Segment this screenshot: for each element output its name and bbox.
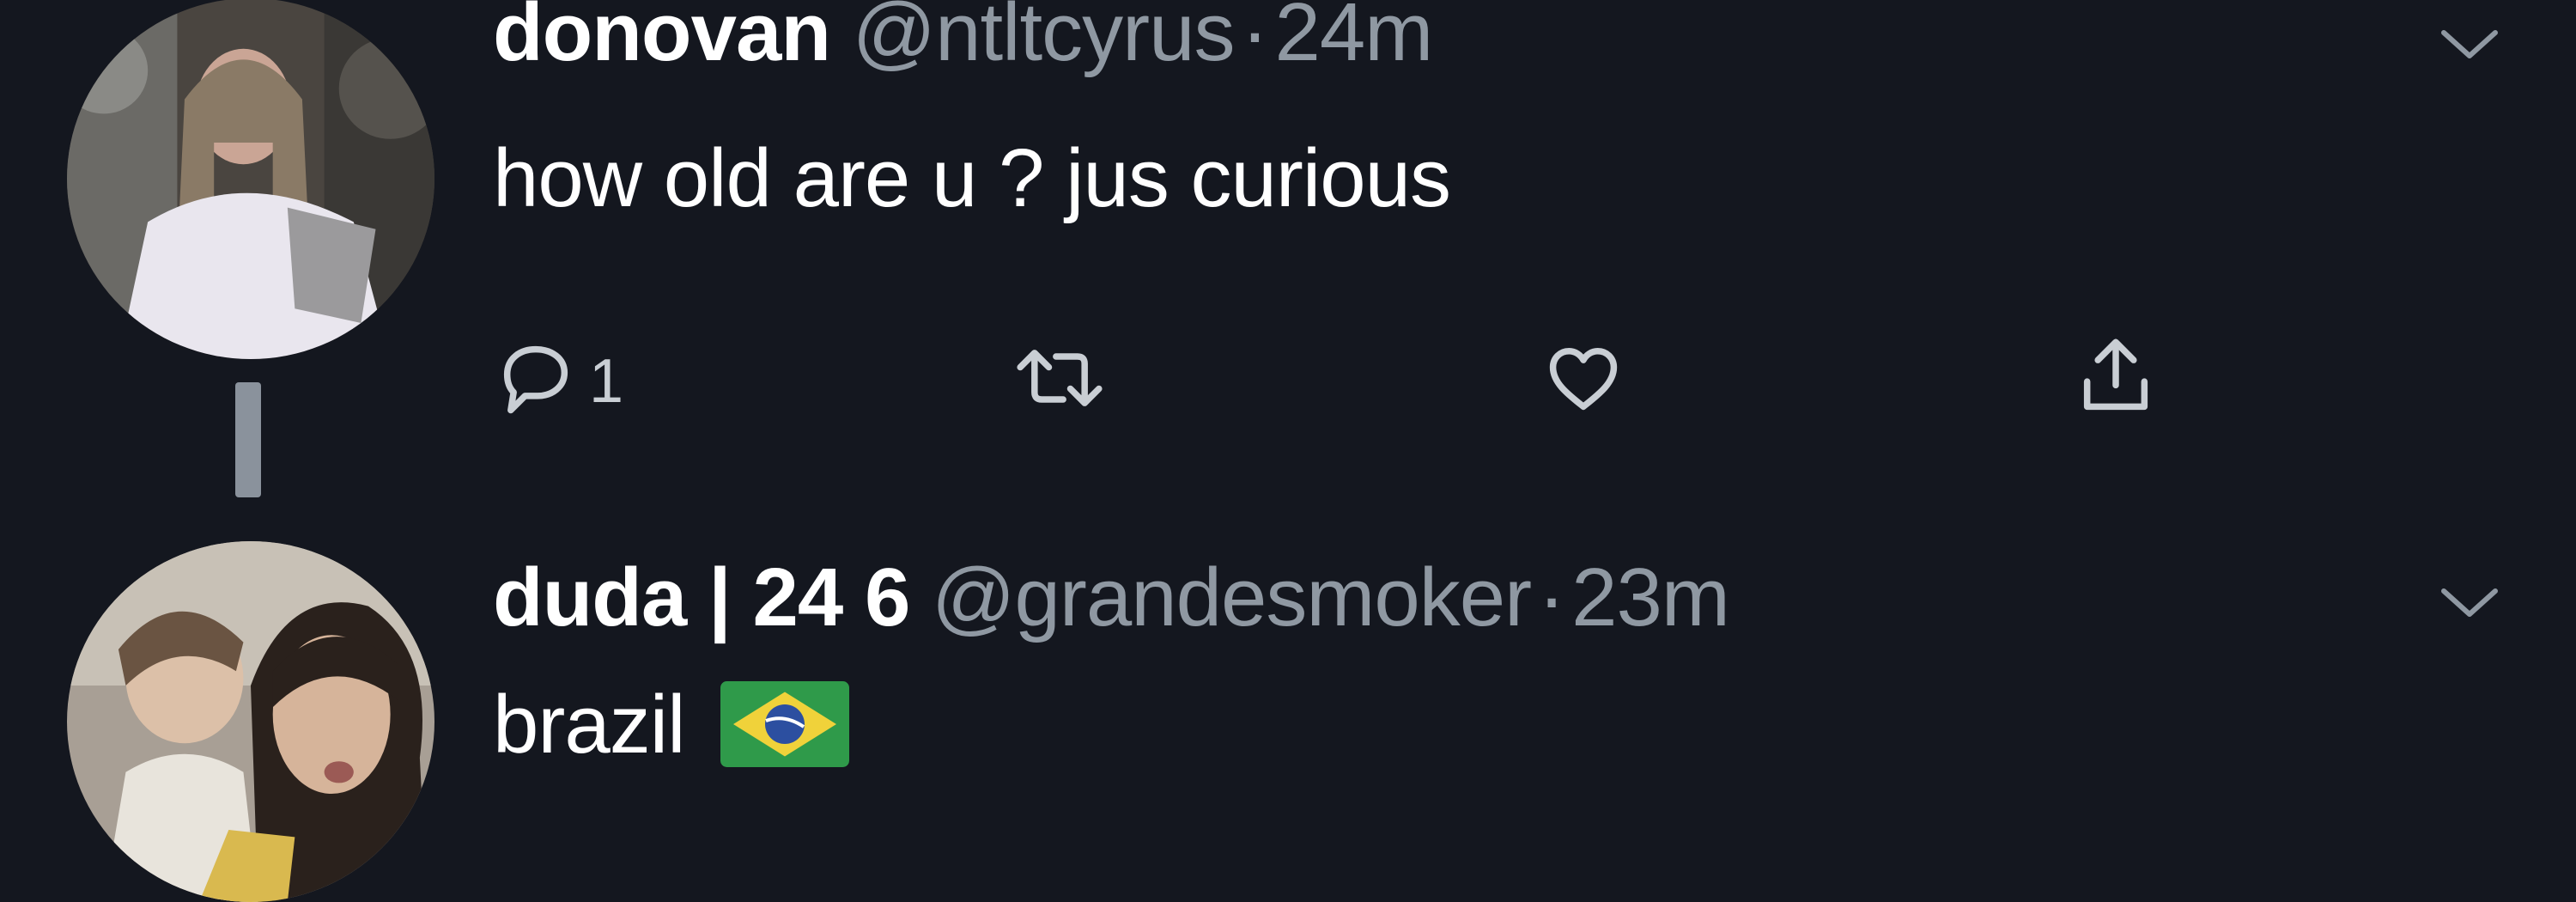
retweet-button[interactable] — [1008, 326, 1111, 430]
display-name[interactable]: donovan — [493, 0, 831, 78]
display-name[interactable]: duda | 24 6 — [493, 552, 910, 643]
thread-line — [235, 382, 261, 497]
tweet-text: how old are u ? jus curious — [493, 132, 1451, 224]
retweet-icon — [1017, 350, 1103, 406]
chevron-down-icon — [2441, 30, 2498, 58]
like-button[interactable] — [1540, 326, 1626, 430]
chevron-down-icon — [2441, 588, 2498, 617]
reply-count: 1 — [589, 347, 624, 416]
avatar-photo — [67, 0, 434, 359]
tweet-actions: 1 — [493, 326, 2382, 438]
timestamp[interactable]: 24m — [1275, 0, 1434, 78]
brazil-flag-icon — [720, 680, 850, 767]
tweet-menu-button[interactable] — [2439, 26, 2500, 65]
tweet-menu-button[interactable] — [2439, 584, 2500, 624]
speech-bubble-icon — [503, 345, 568, 414]
timestamp[interactable]: 23m — [1571, 552, 1730, 643]
tweet-header: donovan @ntltcyrus·24m — [493, 0, 1433, 74]
tweet-text: brazil — [493, 680, 850, 774]
avatar[interactable] — [67, 541, 434, 902]
share-icon — [2083, 338, 2148, 411]
avatar-photo — [67, 541, 434, 902]
avatar[interactable] — [67, 0, 434, 359]
tweet[interactable]: duda | 24 6 @grandesmoker·23m brazil — [0, 515, 2576, 902]
reply-button[interactable]: 1 — [493, 326, 623, 430]
username[interactable]: @grandesmoker — [932, 552, 1532, 643]
share-button[interactable] — [2073, 326, 2159, 430]
brazil-flag-icon — [720, 680, 850, 767]
heart-icon — [1549, 348, 1618, 411]
tweet-text-content: brazil — [493, 679, 685, 771]
separator-dot: · — [1241, 0, 1269, 78]
tweet-header: duda | 24 6 @grandesmoker·23m — [493, 557, 1730, 639]
tweet[interactable]: donovan @ntltcyrus·24m how old are u ? j… — [0, 0, 2576, 515]
separator-dot: · — [1538, 552, 1565, 643]
username[interactable]: @ntltcyrus — [853, 0, 1236, 78]
